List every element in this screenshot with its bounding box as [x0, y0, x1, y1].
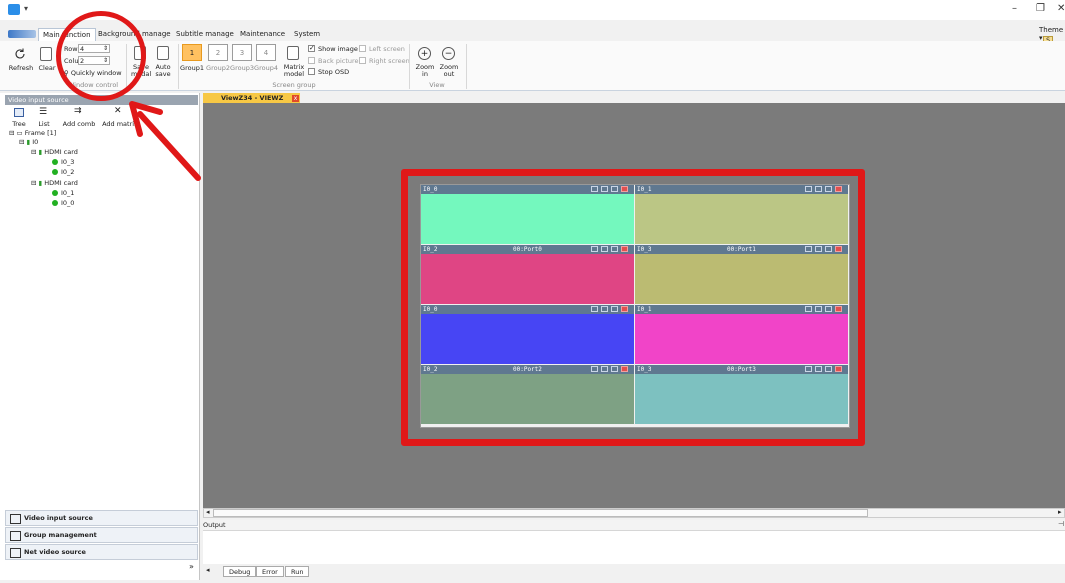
annotation-arrow: [129, 101, 201, 181]
